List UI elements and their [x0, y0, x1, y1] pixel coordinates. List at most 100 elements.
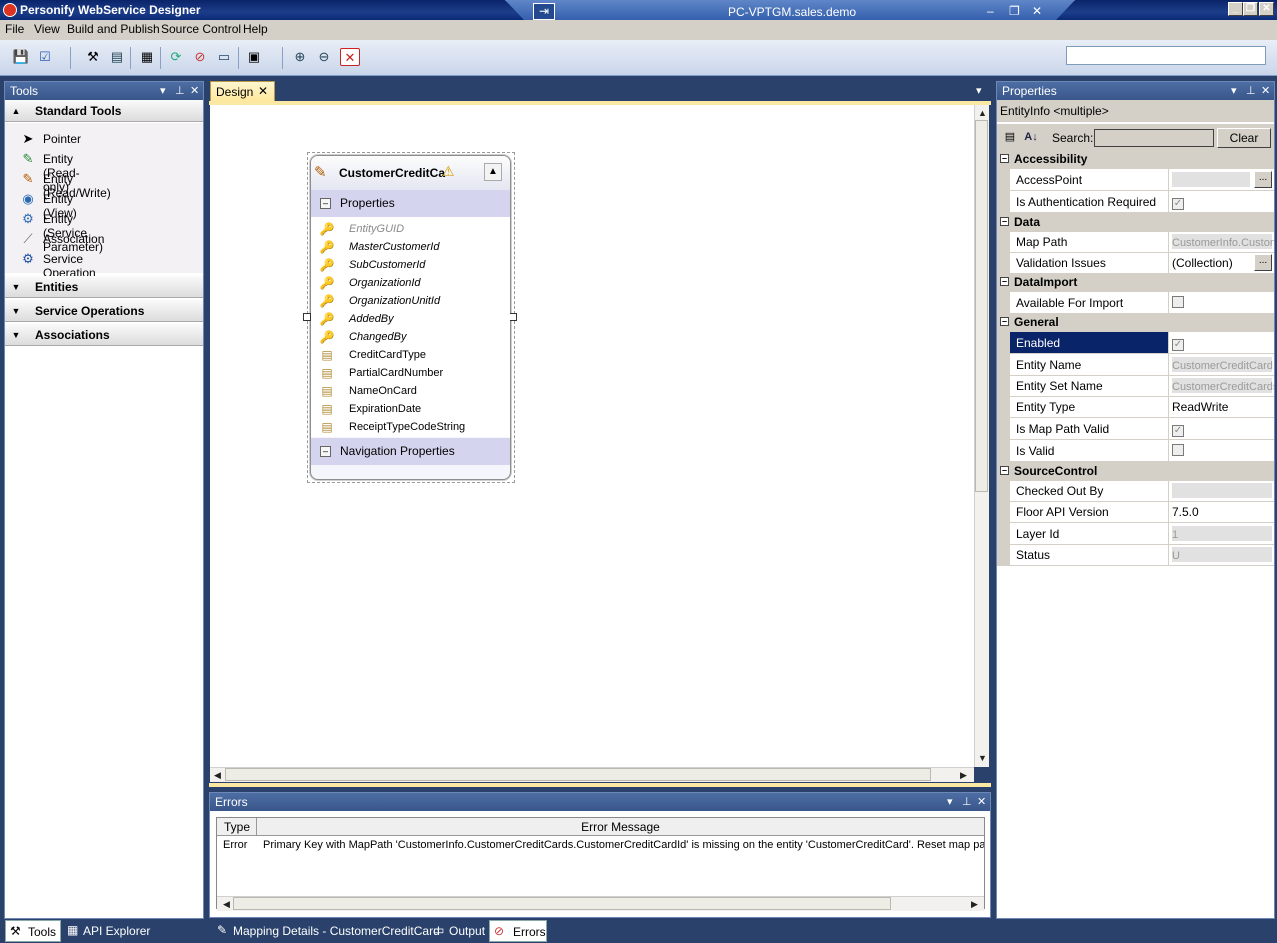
entity-navigation-header[interactable]: – Navigation Properties	[311, 438, 510, 465]
column-header-type[interactable]: Type	[217, 818, 257, 836]
menu-help[interactable]: Help	[243, 22, 268, 36]
category-accessibility[interactable]: – Accessibility	[997, 150, 1274, 169]
property-row[interactable]: Validation Issues (Collection)...	[997, 252, 1274, 274]
dropdown-icon[interactable]: ▾	[947, 793, 953, 811]
collapse-box-icon[interactable]: –	[1000, 277, 1009, 286]
pin-pane-icon[interactable]: ⊥	[962, 793, 972, 811]
close-pane-icon[interactable]: ✕	[1261, 82, 1270, 100]
section-associations[interactable]: ▼ Associations	[5, 324, 203, 346]
tab-list-dropdown-icon[interactable]: ▾	[976, 84, 982, 97]
collapse-box-icon[interactable]: –	[1000, 154, 1009, 163]
resize-handle-right[interactable]	[509, 313, 517, 321]
tab-output[interactable]: ▭ Output	[429, 920, 487, 942]
section-service-operations[interactable]: ▼ Service Operations	[5, 300, 203, 322]
vertical-scroll-thumb[interactable]	[975, 120, 988, 492]
menu-source-control[interactable]: Source Control	[161, 22, 241, 36]
property-row[interactable]: Entity Name CustomerCreditCard	[997, 354, 1274, 376]
pin-pane-icon[interactable]: ⊥	[1246, 82, 1256, 100]
category-dataimport[interactable]: – DataImport	[997, 273, 1274, 292]
menu-file[interactable]: File	[5, 22, 24, 36]
collapse-box-icon[interactable]: –	[1000, 466, 1009, 475]
save-icon[interactable]: 💾	[11, 48, 31, 66]
close-pane-icon[interactable]: ✕	[190, 82, 199, 100]
cancel-icon[interactable]: ✕	[340, 48, 360, 66]
collapse-box-icon[interactable]: –	[1000, 217, 1009, 226]
errors-scroll-thumb[interactable]	[233, 897, 891, 910]
section-standard-tools[interactable]: ▲ Standard Tools	[5, 100, 203, 122]
scroll-right-icon[interactable]: ▶	[971, 899, 978, 910]
publish-icon[interactable]: ▤	[107, 48, 127, 66]
window-icon[interactable]: ▭	[214, 48, 234, 66]
refresh-icon[interactable]: ⟳	[166, 48, 186, 66]
rd-close-icon[interactable]: ✕	[1032, 4, 1042, 18]
dropdown-icon[interactable]: ▾	[160, 82, 166, 100]
toolbar-search-input[interactable]	[1066, 46, 1266, 65]
pin-pane-icon[interactable]: ⊥	[175, 82, 185, 100]
property-row[interactable]: Floor API Version 7.5.0	[997, 501, 1274, 523]
rd-minimize-icon[interactable]: –	[987, 4, 994, 18]
collapse-box-icon[interactable]: –	[320, 198, 331, 209]
dropdown-icon[interactable]: ▾	[1231, 82, 1237, 100]
property-row[interactable]: Checked Out By	[997, 480, 1274, 502]
entity-header[interactable]: ✎ CustomerCreditCa ⚠ ▲	[311, 156, 510, 190]
clear-button[interactable]: Clear	[1217, 128, 1271, 148]
rd-restore-icon[interactable]: ❐	[1009, 4, 1020, 18]
property-row[interactable]: Layer Id 1	[997, 523, 1274, 545]
collapse-icon[interactable]: ▲	[484, 163, 502, 181]
section-label: Standard Tools	[35, 104, 122, 118]
ellipsis-button[interactable]: ...	[1254, 254, 1272, 271]
properties-search-input[interactable]	[1094, 129, 1214, 147]
property-row[interactable]: Status U	[997, 544, 1274, 566]
category-sourcecontrol[interactable]: – SourceControl	[997, 462, 1274, 481]
pin-icon[interactable]: ⇥	[533, 3, 555, 20]
entity-properties-header[interactable]: – Properties	[311, 190, 510, 217]
category-general[interactable]: – General	[997, 313, 1274, 332]
minimize-button[interactable]: _	[1228, 2, 1243, 16]
layout-icon[interactable]: ▣	[244, 48, 264, 66]
property-row[interactable]: Is Authentication Required ✓	[997, 191, 1274, 213]
menu-view[interactable]: View	[34, 22, 60, 36]
zoom-in-icon[interactable]: ⊕	[290, 48, 310, 66]
errors-pane-title: Errors	[215, 795, 248, 809]
property-row[interactable]: Is Valid	[997, 440, 1274, 462]
close-button[interactable]: ✕	[1259, 2, 1274, 16]
collapse-box-icon[interactable]: –	[1000, 317, 1009, 326]
build-icon[interactable]: ⚒	[83, 48, 103, 66]
delete-entity-icon[interactable]: ⊘	[190, 48, 210, 66]
column-header-error-message[interactable]: Error Message	[257, 818, 984, 836]
close-pane-icon[interactable]: ✕	[977, 793, 986, 811]
category-data[interactable]: – Data	[997, 213, 1274, 232]
property-row[interactable]: Is Map Path Valid ✓	[997, 418, 1274, 440]
scroll-down-icon[interactable]: ▼	[978, 753, 987, 763]
zoom-out-icon[interactable]: ⊖	[314, 48, 334, 66]
tab-mapping-details[interactable]: ✎ Mapping Details - CustomerCreditCard	[213, 920, 440, 942]
warning-icon: ⚠	[442, 163, 455, 179]
tab-tools[interactable]: ⚒ Tools	[5, 920, 61, 942]
property-row[interactable]: Entity Type ReadWrite	[997, 396, 1274, 418]
close-tab-icon[interactable]: ✕	[258, 84, 268, 98]
scroll-right-icon[interactable]: ▶	[960, 770, 967, 781]
properties-icon[interactable]: ▦	[137, 48, 157, 66]
ellipsis-button[interactable]: ...	[1254, 171, 1272, 188]
section-entities[interactable]: ▼ Entities	[5, 276, 203, 298]
property-row[interactable]: AccessPoint...	[997, 169, 1274, 191]
property-row-selected[interactable]: Enabled ✓	[997, 332, 1274, 354]
sort-alpha-icon[interactable]: A↓	[1022, 128, 1040, 146]
scroll-up-icon[interactable]: ▲	[978, 108, 987, 118]
property-row[interactable]: Map Path CustomerInfo.Custon	[997, 231, 1274, 253]
tab-api-explorer[interactable]: ▦ API Explorer	[63, 920, 193, 942]
resize-handle-left[interactable]	[303, 313, 311, 321]
horizontal-scroll-thumb[interactable]	[225, 768, 931, 781]
tab-design[interactable]: Design ✕	[210, 81, 275, 102]
validate-icon[interactable]: ☑	[35, 48, 55, 66]
collapse-box-icon[interactable]: –	[320, 446, 331, 457]
scroll-left-icon[interactable]: ◀	[214, 770, 221, 781]
error-row[interactable]: Error Primary Key with MapPath 'Customer…	[217, 837, 984, 853]
property-row[interactable]: Entity Set Name CustomerCreditCards	[997, 375, 1274, 397]
property-row[interactable]: Available For Import	[997, 292, 1274, 314]
scroll-left-icon[interactable]: ◀	[223, 899, 230, 910]
categorized-icon[interactable]: ▤	[1001, 128, 1019, 146]
restore-button[interactable]: ❐	[1243, 2, 1258, 16]
menu-build-publish[interactable]: Build and Publish	[67, 22, 160, 36]
tab-errors[interactable]: ⊘ Errors	[489, 920, 547, 942]
